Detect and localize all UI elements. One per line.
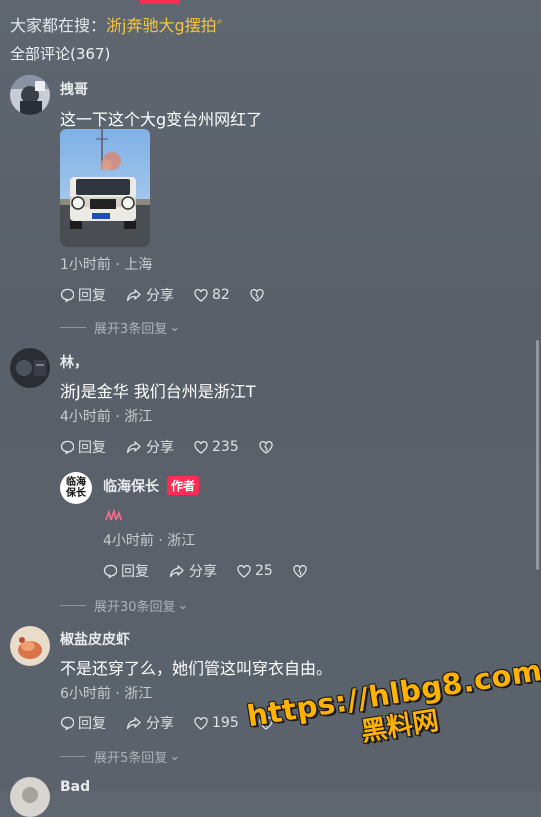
like-button[interactable]: 195 — [194, 715, 239, 731]
comment-image[interactable] — [60, 129, 150, 247]
comment-meta: 6小时前 · 浙江 — [60, 686, 153, 702]
author-badge: 作者 — [167, 476, 200, 495]
dislike-button[interactable] — [259, 440, 277, 454]
expand-replies-button[interactable]: 展开5条回复 ⌄ — [60, 747, 180, 766]
share-label: 分享 — [146, 440, 174, 456]
like-button[interactable]: 82 — [194, 287, 230, 303]
fire-sticker-icon — [105, 508, 122, 521]
reply-icon — [60, 716, 74, 730]
share-label: 分享 — [146, 288, 174, 304]
like-count: 195 — [212, 715, 239, 731]
heart-icon — [194, 288, 208, 302]
reply-label: 回复 — [121, 564, 149, 580]
comment-username[interactable]: 林， — [60, 352, 88, 372]
heart-icon — [194, 716, 208, 730]
divider-line — [60, 756, 86, 757]
comment-actions: 回复 分享 235 — [60, 437, 297, 457]
divider-line — [60, 605, 86, 606]
comment-username[interactable]: Bad — [60, 779, 90, 795]
broken-heart-icon — [259, 440, 273, 454]
dislike-button[interactable] — [293, 564, 311, 578]
like-count: 235 — [212, 439, 239, 455]
expand-replies-label: 展开3条回复 — [94, 322, 168, 337]
expand-replies-label: 展开30条回复 — [94, 600, 176, 615]
reply-sticker — [104, 506, 122, 525]
reply-icon — [60, 440, 74, 454]
reply-icon — [103, 564, 117, 578]
share-button[interactable]: 分享 — [126, 437, 174, 457]
chevron-down-icon: ⌄ — [169, 749, 181, 764]
search-icon[interactable]: ⌕ — [217, 15, 223, 28]
scrollbar[interactable] — [536, 340, 539, 570]
top-accent-bar — [140, 0, 180, 4]
avatar[interactable] — [10, 626, 50, 666]
comments-total: 全部评论(367) — [10, 45, 111, 63]
dislike-button[interactable] — [250, 288, 268, 302]
avatar[interactable] — [10, 75, 50, 115]
share-icon — [126, 289, 141, 302]
share-button[interactable]: 分享 — [169, 561, 217, 581]
like-button[interactable]: 235 — [194, 439, 239, 455]
comment-meta: 4小时前 · 浙江 — [60, 409, 153, 425]
chevron-down-icon: ⌄ — [177, 598, 189, 613]
reply-username[interactable]: 临海保长 — [103, 479, 159, 495]
reply-actions: 回复 分享 25 — [103, 561, 331, 581]
expand-replies-button[interactable]: 展开30条回复 ⌄ — [60, 596, 188, 615]
reply-button[interactable]: 回复 — [60, 285, 106, 305]
trending-search-keyword[interactable]: 浙j奔驰大g摆拍 — [106, 16, 217, 35]
divider-line — [60, 327, 86, 328]
reply-username-row: 临海保长 作者 — [103, 476, 200, 496]
reply-icon — [60, 288, 74, 302]
avatar[interactable] — [10, 777, 50, 817]
share-button[interactable]: 分享 — [126, 285, 174, 305]
reply-button[interactable]: 回复 — [60, 713, 106, 733]
reply-label: 回复 — [78, 440, 106, 456]
reply-button[interactable]: 回复 — [103, 561, 149, 581]
reply-meta: 4小时前 · 浙江 — [103, 533, 196, 549]
comment-username[interactable]: 拽哥 — [60, 79, 88, 99]
avatar[interactable] — [10, 348, 50, 388]
comment-actions: 回复 分享 82 — [60, 285, 288, 305]
chevron-down-icon: ⌄ — [169, 320, 181, 335]
comment-text: 这一下这个大g变台州网红了 — [60, 110, 263, 129]
share-label: 分享 — [189, 564, 217, 580]
share-label: 分享 — [146, 716, 174, 732]
share-button[interactable]: 分享 — [126, 713, 174, 733]
comment-text: 不是还穿了么，她们管这叫穿衣自由。 — [60, 659, 333, 678]
trending-search-row[interactable]: 大家都在搜：浙j奔驰大g摆拍⌕ — [10, 12, 223, 36]
expand-replies-label: 展开5条回复 — [94, 751, 168, 766]
broken-heart-icon — [293, 564, 307, 578]
author-avatar-text: 临海保长 — [66, 477, 86, 499]
comment-username[interactable]: 椒盐皮皮虾 — [60, 629, 130, 649]
trending-search-prefix: 大家都在搜： — [10, 16, 107, 35]
broken-heart-icon — [250, 288, 264, 302]
reply-label: 回复 — [78, 288, 106, 304]
comment-meta: 1小时前 · 上海 — [60, 257, 153, 273]
share-icon — [126, 441, 141, 454]
reply-button[interactable]: 回复 — [60, 437, 106, 457]
like-count: 25 — [255, 563, 273, 579]
share-icon — [126, 717, 141, 730]
author-avatar[interactable]: 临海保长 — [60, 472, 92, 504]
like-button[interactable]: 25 — [237, 563, 273, 579]
reply-label: 回复 — [78, 716, 106, 732]
heart-icon — [194, 440, 208, 454]
expand-replies-button[interactable]: 展开3条回复 ⌄ — [60, 318, 180, 337]
like-count: 82 — [212, 287, 230, 303]
heart-icon — [237, 564, 251, 578]
comment-text: 浙J是金华 我们台州是浙江T — [60, 382, 256, 401]
share-icon — [169, 565, 184, 578]
